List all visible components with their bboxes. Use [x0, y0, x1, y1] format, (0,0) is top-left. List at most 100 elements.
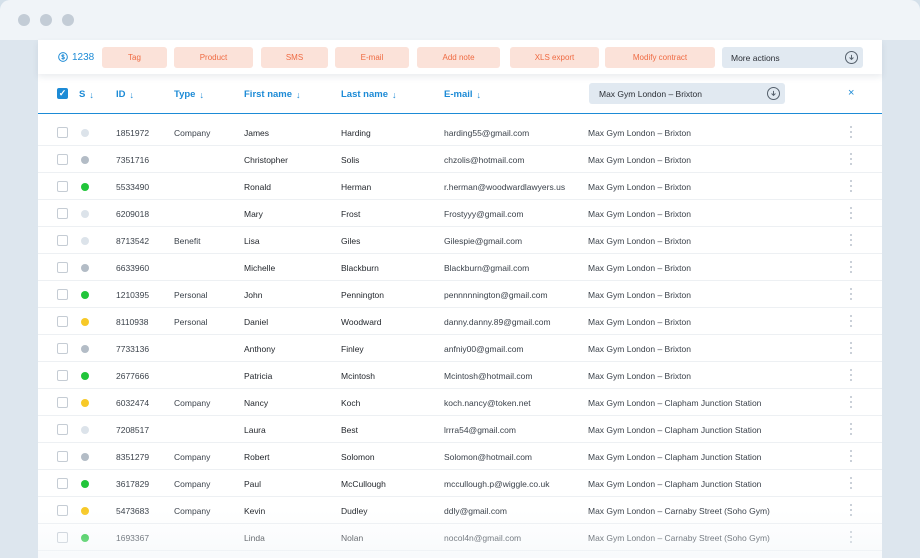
- status-dot-icon: [81, 237, 89, 245]
- table-row[interactable]: 5473683 Company Kevin Dudley ddly@gmail.com M…: [38, 497, 882, 524]
- email-button[interactable]: E-mail: [335, 47, 409, 68]
- row-checkbox[interactable]: [57, 208, 68, 219]
- tag-button[interactable]: Tag: [102, 47, 167, 68]
- cell-email: lrrra54@gmail.com: [444, 425, 516, 435]
- row-checkbox[interactable]: [57, 397, 68, 408]
- location-filter-dropdown[interactable]: Max Gym London – Brixton: [589, 83, 785, 104]
- status-dot-icon: [81, 453, 89, 461]
- cell-location: Max Gym London – Brixton: [588, 344, 691, 354]
- row-checkbox[interactable]: [57, 451, 68, 462]
- column-type[interactable]: Type ↓: [174, 89, 204, 100]
- sort-arrow-icon: ↓: [392, 89, 397, 100]
- cell-last-name: Herman: [341, 182, 372, 192]
- row-menu-kebab-icon[interactable]: [846, 341, 856, 355]
- cell-id: 8110938: [116, 317, 149, 327]
- row-menu-kebab-icon[interactable]: [846, 152, 856, 166]
- table-row[interactable]: 6633960 Michelle Blackburn Blackburn@gmail.…: [38, 254, 882, 281]
- row-menu-kebab-icon[interactable]: [846, 233, 856, 247]
- row-checkbox[interactable]: [57, 424, 68, 435]
- column-email[interactable]: E-mail ↓: [444, 89, 481, 100]
- table-row[interactable]: 3617829 Company Paul McCullough mccullough.p…: [38, 470, 882, 497]
- chevron-down-circle-icon: [767, 87, 780, 100]
- select-all-checkbox[interactable]: ✓: [57, 88, 68, 99]
- table-row[interactable]: 8351279 Company Robert Solomon Solomon@hotma…: [38, 443, 882, 470]
- table-row[interactable]: 1693367 Linda Nolan nocol4n@gmail.com Max Gy…: [38, 524, 882, 551]
- row-checkbox[interactable]: [57, 262, 68, 273]
- window-close-dot[interactable]: [18, 14, 30, 26]
- row-checkbox[interactable]: [57, 181, 68, 192]
- sms-button[interactable]: SMS: [261, 47, 328, 68]
- cell-id: 5473683: [116, 506, 150, 516]
- cell-email: Mcintosh@hotmail.com: [444, 371, 533, 381]
- cell-type: Company: [174, 398, 211, 408]
- column-last-name[interactable]: Last name ↓: [341, 89, 397, 100]
- window-minimize-dot[interactable]: [40, 14, 52, 26]
- row-menu-kebab-icon[interactable]: [846, 314, 856, 328]
- status-dot-icon: [81, 210, 89, 218]
- add-note-button[interactable]: Add note: [417, 47, 500, 68]
- row-checkbox[interactable]: [57, 505, 68, 516]
- cell-type: Company: [174, 479, 211, 489]
- table-row[interactable]: 1210395 Personal John Pennington pennnnningt…: [38, 281, 882, 308]
- close-icon[interactable]: ×: [848, 87, 854, 99]
- table-row[interactable]: 7733136 Anthony Finley anfniy00@gmail.com Ma…: [38, 335, 882, 362]
- window-maximize-dot[interactable]: [62, 14, 74, 26]
- product-button[interactable]: Product: [174, 47, 253, 68]
- table-row[interactable]: 8713542 Benefit Lisa Giles Gilespie@gmail.co…: [38, 227, 882, 254]
- table-row[interactable]: 6032474 Company Nancy Koch koch.nancy@token.…: [38, 389, 882, 416]
- row-menu-kebab-icon[interactable]: [846, 125, 856, 139]
- modify-contract-button[interactable]: Modify contract: [605, 47, 715, 68]
- cell-email: harding55@gmail.com: [444, 128, 530, 138]
- xls-export-button[interactable]: XLS export: [510, 47, 599, 68]
- row-checkbox[interactable]: [57, 235, 68, 246]
- column-id[interactable]: ID ↓: [116, 89, 134, 100]
- cell-type: Company: [174, 506, 211, 516]
- row-menu-kebab-icon[interactable]: [846, 449, 856, 463]
- row-menu-kebab-icon[interactable]: [846, 179, 856, 193]
- row-checkbox[interactable]: [57, 370, 68, 381]
- column-status[interactable]: S ↓: [79, 89, 94, 100]
- column-status-label: S: [79, 89, 86, 100]
- row-checkbox[interactable]: [57, 154, 68, 165]
- more-actions-dropdown[interactable]: More actions: [722, 47, 863, 68]
- sort-arrow-icon: ↓: [89, 89, 94, 100]
- row-checkbox[interactable]: [57, 127, 68, 138]
- row-menu-kebab-icon[interactable]: [846, 287, 856, 301]
- row-menu-kebab-icon[interactable]: [846, 476, 856, 490]
- table-row[interactable]: 1851972 Company James Harding harding55@gmai…: [38, 119, 882, 146]
- cell-id: 3617829: [116, 479, 150, 489]
- cell-last-name: Woodward: [341, 317, 382, 327]
- row-checkbox[interactable]: [57, 316, 68, 327]
- table-row[interactable]: 8110938 Personal Daniel Woodward danny.danny…: [38, 308, 882, 335]
- table-row[interactable]: 2677666 Patricia Mcintosh Mcintosh@hotmail.…: [38, 362, 882, 389]
- cell-location: Max Gym London – Clapham Junction Statio…: [588, 398, 762, 408]
- row-checkbox[interactable]: [57, 478, 68, 489]
- row-menu-kebab-icon[interactable]: [846, 530, 856, 544]
- table-row[interactable]: 6209018 Mary Frost Frostyyy@gmail.com Max Gy…: [38, 200, 882, 227]
- status-dot-icon: [81, 318, 89, 326]
- cell-last-name: Finley: [341, 344, 364, 354]
- row-menu-kebab-icon[interactable]: [846, 206, 856, 220]
- cell-first-name: Paul: [244, 479, 262, 489]
- column-type-label: Type: [174, 89, 196, 100]
- row-menu-kebab-icon[interactable]: [846, 395, 856, 409]
- column-id-label: ID: [116, 89, 126, 100]
- cell-email: chzolis@hotmail.com: [444, 155, 525, 165]
- cell-last-name: McCullough: [341, 479, 386, 489]
- row-menu-kebab-icon[interactable]: [846, 368, 856, 382]
- cell-last-name: Dudley: [341, 506, 368, 516]
- row-menu-kebab-icon[interactable]: [846, 503, 856, 517]
- cell-email: Solomon@hotmail.com: [444, 452, 532, 462]
- column-first-name[interactable]: First name ↓: [244, 89, 301, 100]
- cell-last-name: Solomon: [341, 452, 375, 462]
- cell-email: koch.nancy@token.net: [444, 398, 531, 408]
- row-checkbox[interactable]: [57, 289, 68, 300]
- row-menu-kebab-icon[interactable]: [846, 260, 856, 274]
- table-row[interactable]: 7351716 Christopher Solis chzolis@hotmail.c…: [38, 146, 882, 173]
- table-row[interactable]: 5533490 Ronald Herman r.herman@woodwardlawy…: [38, 173, 882, 200]
- row-menu-kebab-icon[interactable]: [846, 422, 856, 436]
- row-checkbox[interactable]: [57, 532, 68, 543]
- table-row[interactable]: 7208517 Laura Best lrrra54@gmail.com Max Gym…: [38, 416, 882, 443]
- row-checkbox[interactable]: [57, 343, 68, 354]
- cell-email: ddly@gmail.com: [444, 506, 507, 516]
